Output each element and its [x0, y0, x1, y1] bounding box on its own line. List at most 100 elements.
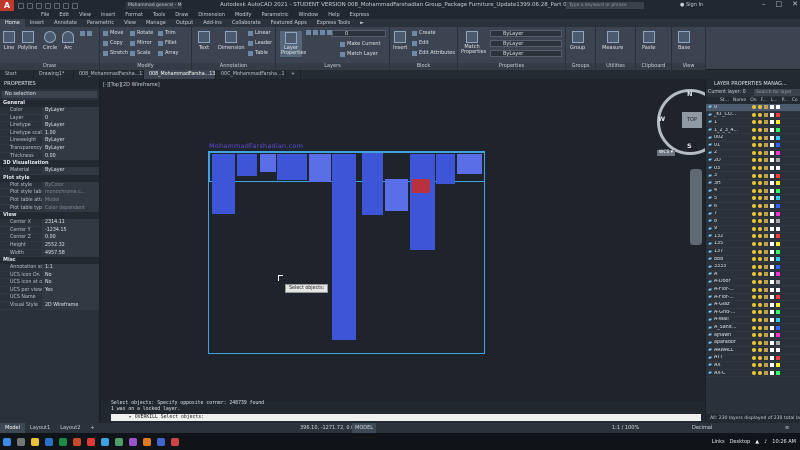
layer-freeze-icon[interactable]: [758, 272, 762, 277]
properties-panel-label[interactable]: Properties: [458, 63, 565, 70]
linear-button[interactable]: Linear: [248, 30, 271, 36]
layer-row[interactable]: ▰ A-Flor-...: [706, 294, 800, 302]
layer-on-icon[interactable]: [752, 196, 756, 201]
volume-icon[interactable]: ♪: [764, 439, 767, 445]
drawing-canvas[interactable]: [-][Top][2D Wireframe] MohammadFarshadia…: [101, 79, 723, 401]
property-row[interactable]: Visual Style 2D Wireframe: [0, 302, 99, 310]
edit-button[interactable]: Edit: [412, 40, 429, 46]
layout-tab-layout1[interactable]: Layout1: [25, 423, 55, 433]
app-icon[interactable]: [171, 437, 179, 446]
layer-plot-icon[interactable]: [770, 279, 774, 284]
tab--[interactable]: ►: [355, 19, 369, 27]
search-input[interactable]: Type a keyword or phrase: [566, 2, 644, 9]
layer-row[interactable]: ▰ aparador: [706, 339, 800, 347]
layer-freeze-icon[interactable]: [758, 135, 762, 140]
stretch-button[interactable]: Stretch: [103, 50, 128, 56]
layer-freeze-icon[interactable]: [758, 188, 762, 193]
layer-lock-icon[interactable]: [764, 310, 768, 315]
network-icon[interactable]: ▲: [755, 439, 759, 445]
layer-on-icon[interactable]: [752, 166, 756, 171]
layer-color-swatch[interactable]: [776, 105, 780, 110]
layer-color-swatch[interactable]: [776, 234, 780, 239]
layer-color-swatch[interactable]: [776, 120, 780, 125]
layer-lock-icon[interactable]: [764, 120, 768, 125]
add-layout-button[interactable]: +: [85, 423, 99, 433]
layer-on-icon[interactable]: [752, 355, 756, 360]
layer-freeze-icon[interactable]: [758, 279, 762, 284]
layer-row[interactable]: ▰ AX: [706, 362, 800, 370]
viewcube-top-face[interactable]: TOP: [682, 112, 702, 128]
layer-row[interactable]: ▰ A-Flor-...: [706, 286, 800, 294]
property-value[interactable]: [42, 294, 99, 302]
layer-tools-row[interactable]: [306, 30, 332, 35]
property-row[interactable]: Linetype scale 1.00: [0, 129, 99, 138]
layer-freeze-icon[interactable]: [758, 348, 762, 353]
word-icon[interactable]: [45, 437, 53, 446]
layer-plot-icon[interactable]: [770, 112, 774, 117]
layer-plot-icon[interactable]: [770, 181, 774, 186]
layer-plot-icon[interactable]: [770, 371, 774, 376]
layer-row[interactable]: ▰ 01: [706, 142, 800, 150]
property-row[interactable]: Annotation sc...1:1: [0, 264, 99, 272]
match-layer-button[interactable]: Match Layer: [340, 51, 378, 57]
save-as-icon[interactable]: [45, 2, 51, 9]
layer-color-swatch[interactable]: [776, 287, 780, 292]
layer-lock-icon[interactable]: [764, 249, 768, 254]
create-button[interactable]: Create: [412, 30, 436, 36]
linetype-dropdown[interactable]: ByLayer: [490, 40, 562, 47]
property-row[interactable]: UCS icon at or...No: [0, 279, 99, 287]
layer-freeze-icon[interactable]: [758, 226, 762, 231]
layer-freeze-icon[interactable]: [758, 128, 762, 133]
layer-plot-icon[interactable]: [770, 241, 774, 246]
layer-dropdown[interactable]: 0: [332, 30, 386, 37]
layer-plot-icon[interactable]: [770, 310, 774, 315]
layer-plot-icon[interactable]: [770, 264, 774, 269]
layer-on-icon[interactable]: [752, 295, 756, 300]
layer-lock-icon[interactable]: [764, 166, 768, 171]
layer-on-icon[interactable]: [752, 226, 756, 231]
compass-south[interactable]: S: [687, 142, 692, 150]
layer-row[interactable]: ▰ 6: [706, 203, 800, 211]
layer-on-icon[interactable]: [752, 310, 756, 315]
new-icon[interactable]: [18, 2, 24, 9]
layer-lock-icon[interactable]: [764, 135, 768, 140]
layer-on-icon[interactable]: [752, 158, 756, 163]
properties-section-header[interactable]: 3D Visualization: [0, 160, 99, 168]
layer-column-header[interactable]: L...: [771, 97, 778, 104]
layer-column-header[interactable]: P...: [782, 97, 788, 104]
file-explorer-icon[interactable]: [31, 437, 39, 446]
property-value[interactable]: No: [42, 271, 99, 279]
property-row[interactable]: UCS per viewp...Yes: [0, 286, 99, 295]
search-icon[interactable]: [17, 437, 25, 446]
layer-plot-icon[interactable]: [770, 196, 774, 201]
layer-freeze-icon[interactable]: [758, 371, 762, 376]
layer-freeze-icon[interactable]: [758, 241, 762, 246]
text-button[interactable]: Text: [198, 31, 210, 51]
layer-on-icon[interactable]: [752, 188, 756, 193]
layer-on-icon[interactable]: [752, 150, 756, 155]
layer-row[interactable]: ▰ 132: [706, 233, 800, 241]
layer-on-icon[interactable]: [752, 204, 756, 209]
menu-window[interactable]: Window: [294, 11, 324, 19]
layer-plot-icon[interactable]: [770, 226, 774, 231]
layer-on-icon[interactable]: [752, 112, 756, 117]
table-button[interactable]: Table: [248, 50, 268, 56]
layer-freeze-icon[interactable]: [758, 105, 762, 110]
layer-on-icon[interactable]: [752, 128, 756, 133]
layer-freeze-icon[interactable]: [758, 219, 762, 224]
navigation-bar[interactable]: [690, 169, 702, 245]
mirror-button[interactable]: Mirror: [130, 40, 152, 46]
layer-lock-icon[interactable]: [764, 287, 768, 292]
layer-color-swatch[interactable]: [776, 325, 780, 330]
menu-modify[interactable]: Modify: [230, 11, 257, 19]
properties-section-header[interactable]: General: [0, 100, 99, 107]
layout-tab-layout2[interactable]: Layout2: [55, 423, 85, 433]
layer-row[interactable]: ▰ 8: [706, 218, 800, 226]
layer-lock-icon[interactable]: [764, 371, 768, 376]
polyline-button[interactable]: Polyline: [18, 31, 37, 51]
layout-tab-model[interactable]: Model: [0, 423, 26, 433]
layer-color-swatch[interactable]: [776, 128, 780, 133]
selection-dropdown[interactable]: No selection: [2, 91, 97, 98]
property-row[interactable]: Width 4957.58: [0, 249, 99, 258]
layer-column-header[interactable]: Co: [792, 97, 798, 104]
